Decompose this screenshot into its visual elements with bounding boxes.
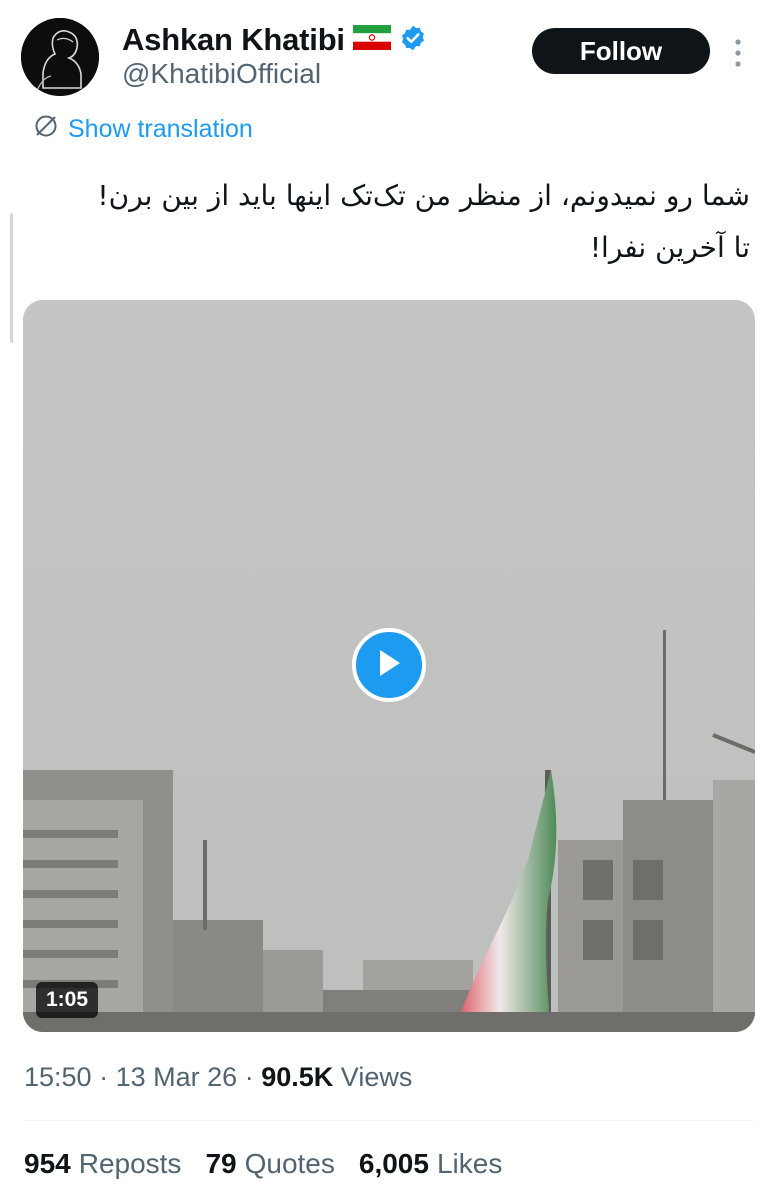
scroll-indicator (10, 213, 13, 343)
quotes-count: 79 (205, 1148, 237, 1179)
iran-flag-icon (352, 25, 391, 55)
quotes-stat[interactable]: 79 Quotes (205, 1148, 334, 1180)
more-vertical-icon[interactable] (731, 36, 745, 70)
reposts-stat[interactable]: 954 Reposts (24, 1148, 181, 1180)
avatar[interactable] (21, 18, 99, 96)
tweet-time[interactable]: 15:50 (24, 1062, 92, 1092)
video-duration: 1:05 (36, 982, 99, 1018)
quotes-label: Quotes (244, 1148, 335, 1179)
show-translation-link[interactable]: Show translation (33, 113, 253, 146)
reposts-count: 954 (24, 1148, 71, 1179)
meta-separator: · (244, 1062, 254, 1092)
meta-separator: · (99, 1062, 109, 1092)
tweet-date[interactable]: 13 Mar 26 (116, 1062, 238, 1092)
author-name[interactable]: Ashkan Khatibi (122, 22, 345, 58)
tweet-meta: 15:50 · 13 Mar 26 · 90.5K Views (24, 1062, 412, 1093)
likes-stat[interactable]: 6,005 Likes (359, 1148, 502, 1180)
engagement-stats: 954 Reposts 79 Quotes 6,005 Likes (24, 1148, 502, 1180)
author-handle[interactable]: @KhatibiOfficial (122, 58, 321, 90)
show-translation-label: Show translation (68, 115, 253, 143)
likes-label: Likes (436, 1148, 503, 1179)
follow-button[interactable]: Follow (532, 28, 710, 74)
play-icon (376, 648, 402, 683)
author-name-row: Ashkan Khatibi (122, 22, 427, 58)
tweet-text-line: شما رو نمیدونم، از منظر من تک‌تک اینها ب… (97, 179, 750, 212)
divider (24, 1120, 754, 1121)
likes-count: 6,005 (358, 1148, 429, 1179)
play-button[interactable] (352, 628, 426, 702)
verified-badge-icon (399, 24, 427, 57)
reposts-label: Reposts (78, 1148, 182, 1179)
views-count: 90.5K (261, 1062, 334, 1092)
tweet-text-line: تا آخرین نفرا! (589, 231, 750, 264)
views-label: Views (340, 1062, 413, 1092)
tweet-text: شما رو نمیدونم، از منظر من تک‌تک اینها ب… (30, 170, 750, 274)
globe-slash-icon (33, 113, 59, 146)
